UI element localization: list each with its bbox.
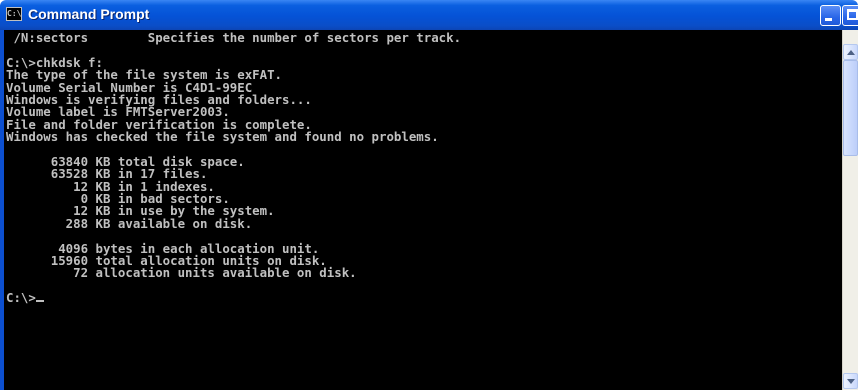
console-line: /N:sectors Specifies the number of secto…	[6, 30, 462, 45]
command-prompt-icon[interactable]: C:\	[6, 7, 22, 21]
title-bar[interactable]: C:\ Command Prompt	[0, 0, 858, 30]
console-line: 288 KB available on disk.	[6, 215, 253, 231]
minimize-button[interactable]	[820, 5, 841, 26]
console-output[interactable]: /N:sectors Specifies the number of secto…	[4, 30, 842, 390]
console-line: Windows has checked the file system and …	[6, 129, 439, 145]
window-title: Command Prompt	[28, 6, 150, 22]
vertical-scrollbar[interactable]	[842, 30, 858, 390]
prompt-text: C:\>	[6, 290, 36, 306]
maximize-button[interactable]	[842, 5, 858, 26]
prompt-line[interactable]: C:\>	[6, 292, 842, 304]
text-cursor	[35, 300, 44, 303]
scroll-up-arrow-icon[interactable]	[843, 44, 858, 60]
console-line: 72 allocation units available on disk.	[6, 265, 357, 281]
scroll-down-arrow-icon[interactable]	[843, 373, 858, 389]
console-text: /N:sectors Specifies the number of secto…	[4, 30, 842, 305]
scrollbar-thumb[interactable]	[843, 60, 858, 156]
